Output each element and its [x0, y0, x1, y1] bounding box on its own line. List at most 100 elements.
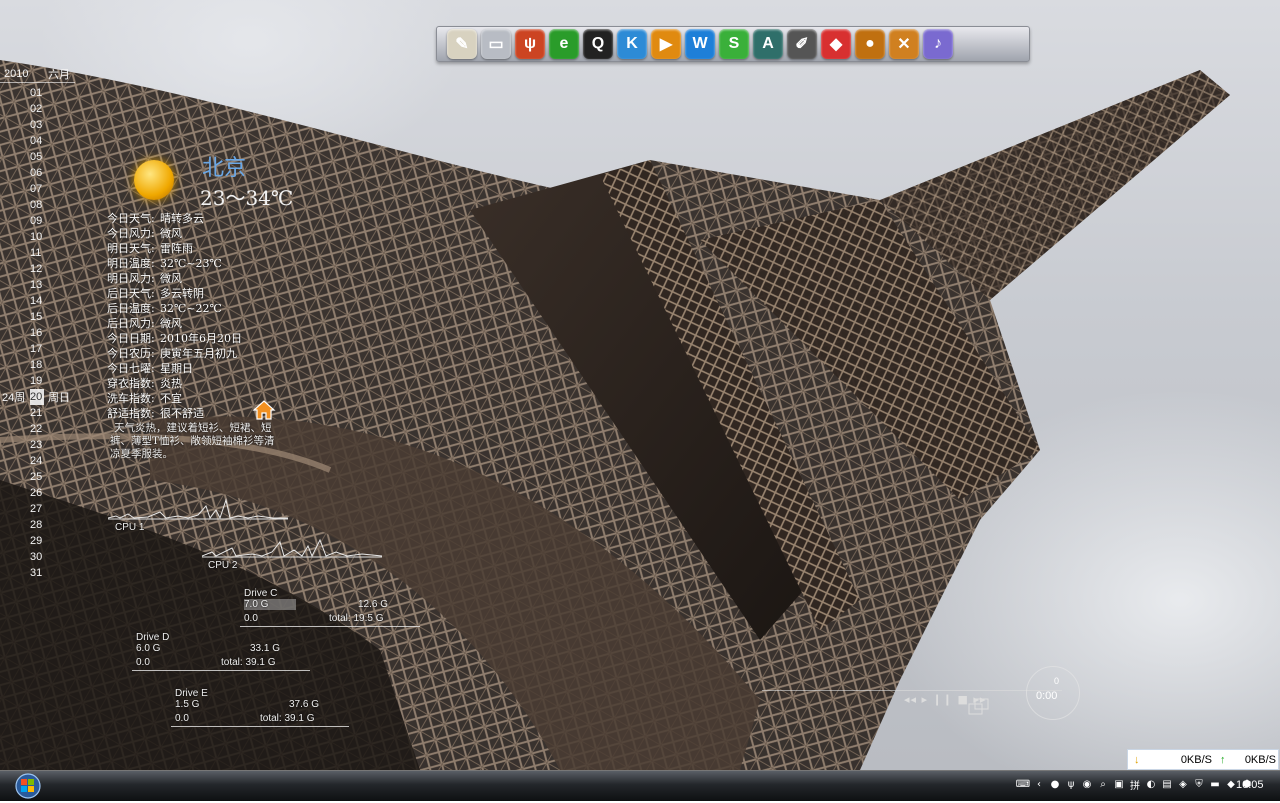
calendar-day[interactable]: 16 — [0, 325, 75, 341]
wps-spreadsheet-icon[interactable]: S — [719, 29, 749, 59]
weather-row-value: 晴转多云 — [160, 212, 204, 225]
calendar-day[interactable]: 13 — [0, 277, 75, 293]
calendar-day[interactable]: 12 — [0, 261, 75, 277]
qq-icon[interactable]: Q — [583, 29, 613, 59]
weather-row-value: 微风 — [160, 227, 182, 240]
calendar-day[interactable]: 24 — [0, 453, 75, 469]
calendar-day[interactable]: 02 — [0, 101, 75, 117]
drive-name: Drive E — [175, 688, 208, 699]
cpu1-graph — [108, 498, 288, 520]
weather-row: 明日风力: 微风 — [107, 271, 242, 286]
shield-icon[interactable]: ⛨ — [1192, 776, 1206, 792]
calendar-day[interactable]: 15 — [0, 309, 75, 325]
calendar-day[interactable]: 10 — [0, 229, 75, 245]
upload-speed: 0KB/S — [1244, 753, 1276, 766]
window-mode-icon[interactable] — [968, 696, 990, 718]
weather-city[interactable]: 北京 — [202, 150, 246, 182]
weather-details: 今日天气: 晴转多云 今日风力: 微风 明日天气: 雷阵雨 明日温度: 32℃~23℃ 明日风力… — [107, 211, 242, 421]
orb-icon[interactable]: ● — [855, 29, 885, 59]
taskbar-clock[interactable]: 10:05 — [1236, 779, 1264, 791]
drive-name: Drive D — [136, 632, 170, 643]
chevron-left-icon[interactable]: ‹ — [1032, 776, 1046, 792]
media-time: 0:00 — [1036, 690, 1058, 702]
calendar-day[interactable]: 04 — [0, 133, 75, 149]
calendar-day[interactable]: 30 — [0, 549, 75, 565]
weather-row: 明日天气: 雷阵雨 — [107, 241, 242, 256]
drive-baseline — [240, 626, 420, 627]
calendar-day[interactable]: 23 — [0, 437, 75, 453]
ie-icon[interactable]: e — [549, 29, 579, 59]
start-button[interactable] — [6, 773, 44, 799]
media-progress-bar[interactable] — [762, 690, 1062, 691]
weather-row-value: 庚寅年五月初九 — [160, 347, 237, 360]
battery-icon[interactable]: ▬ — [1208, 776, 1222, 792]
search-tray-icon[interactable]: ⌕ — [1096, 776, 1110, 792]
weather-row-label: 今日风力: — [107, 227, 155, 240]
drive-baseline — [171, 726, 349, 727]
drive-used: 6.0 G — [136, 643, 161, 654]
home-icon[interactable] — [252, 398, 276, 422]
calendar-day[interactable]: 09 — [0, 213, 75, 229]
calendar-day[interactable]: 26 — [0, 485, 75, 501]
drive-total: total: 39.1 G — [260, 713, 315, 724]
media-icon[interactable]: ▶ — [651, 29, 681, 59]
calendar-day[interactable]: 25 — [0, 469, 75, 485]
music-icon[interactable]: ♪ — [923, 29, 953, 59]
monitor-icon[interactable]: ▤ — [1160, 776, 1174, 792]
calendar-day[interactable]: 14 — [0, 293, 75, 309]
security-icon[interactable]: ◈ — [1176, 776, 1190, 792]
language-icon[interactable]: 拼 — [1128, 776, 1142, 792]
kugou-icon[interactable]: K — [617, 29, 647, 59]
calendar-day[interactable]: 29 — [0, 533, 75, 549]
weather-row-value: 微风 — [160, 317, 182, 330]
calendar-day[interactable]: 31 — [0, 565, 75, 581]
calendar-day[interactable]: 11 — [0, 245, 75, 261]
weather-row-label: 今日日期: — [107, 332, 155, 345]
system-tray: ⌨ ‹ ● ψ ◉ ⌕ ▣ 拼 ◐ ▤ ◈ ⛨ ▬ ◆ ⬢ — [1016, 776, 1254, 792]
calendar-day[interactable]: 06 — [0, 165, 75, 181]
download-speed: 0KB/S — [1180, 753, 1212, 766]
calendar-day[interactable]: 07 — [0, 181, 75, 197]
weather-row: 今日七曜: 星期日 — [107, 361, 242, 376]
drive-zero: 0.0 — [136, 657, 150, 668]
drive-free: 12.6 G — [358, 599, 389, 610]
calendar-day[interactable]: 21 — [0, 405, 75, 421]
weather-row-label: 明日天气: — [107, 242, 155, 255]
calendar-day-today[interactable]: 20 — [30, 389, 44, 405]
drive-c-meter: Drive C 7.0 G 12.6 G 0.0 total: 19.5 G — [240, 588, 420, 628]
calendar-day[interactable]: 17 — [0, 341, 75, 357]
drive-used: 1.5 G — [175, 699, 200, 710]
notepad-icon[interactable]: ✎ — [447, 29, 477, 59]
weather-row-label: 后日温度: — [107, 302, 155, 315]
cpu2-label: CPU 2 — [208, 560, 238, 571]
box-icon[interactable]: ◆ — [821, 29, 851, 59]
drive-zero: 0.0 — [244, 613, 258, 624]
weather-row-label: 明日温度: — [107, 257, 155, 270]
calendar-day[interactable]: 08 — [0, 197, 75, 213]
calendar-day[interactable]: 18 — [0, 357, 75, 373]
network-meter-icon[interactable]: ψ — [1064, 776, 1078, 792]
qq-tray-icon[interactable]: ● — [1048, 776, 1062, 792]
folder-icon[interactable]: ▭ — [481, 29, 511, 59]
drive-free: 37.6 G — [289, 699, 320, 710]
mouse-icon[interactable]: ◉ — [1080, 776, 1094, 792]
calendar-day[interactable]: 19 — [0, 373, 75, 389]
calendar-day[interactable]: 01 — [0, 85, 75, 101]
text-editor-icon[interactable]: A — [753, 29, 783, 59]
calendar-day[interactable]: 28 — [0, 517, 75, 533]
tools-icon[interactable]: ✕ — [889, 29, 919, 59]
wps-writer-icon[interactable]: W — [685, 29, 715, 59]
network-speed-widget: ↓ 0KB/S ↑ 0KB/S — [1127, 749, 1279, 770]
network-icon[interactable]: ψ — [515, 29, 545, 59]
volume-icon[interactable]: ◐ — [1144, 776, 1158, 792]
weather-row: 今日风力: 微风 — [107, 226, 242, 241]
keyboard-icon[interactable]: ⌨ — [1016, 776, 1030, 792]
calendar-day[interactable]: 27 — [0, 501, 75, 517]
display-icon[interactable]: ▣ — [1112, 776, 1126, 792]
weather-row: 后日风力: 微风 — [107, 316, 242, 331]
calendar-day[interactable]: 03 — [0, 117, 75, 133]
calendar-day[interactable]: 05 — [0, 149, 75, 165]
weather-advice: 天气炎热，建议着短衫、短裙、短裤、薄型T恤衫、敞领短袖棉衫等清凉夏季服装。 — [110, 422, 275, 460]
drawing-icon[interactable]: ✐ — [787, 29, 817, 59]
calendar-day[interactable]: 22 — [0, 421, 75, 437]
